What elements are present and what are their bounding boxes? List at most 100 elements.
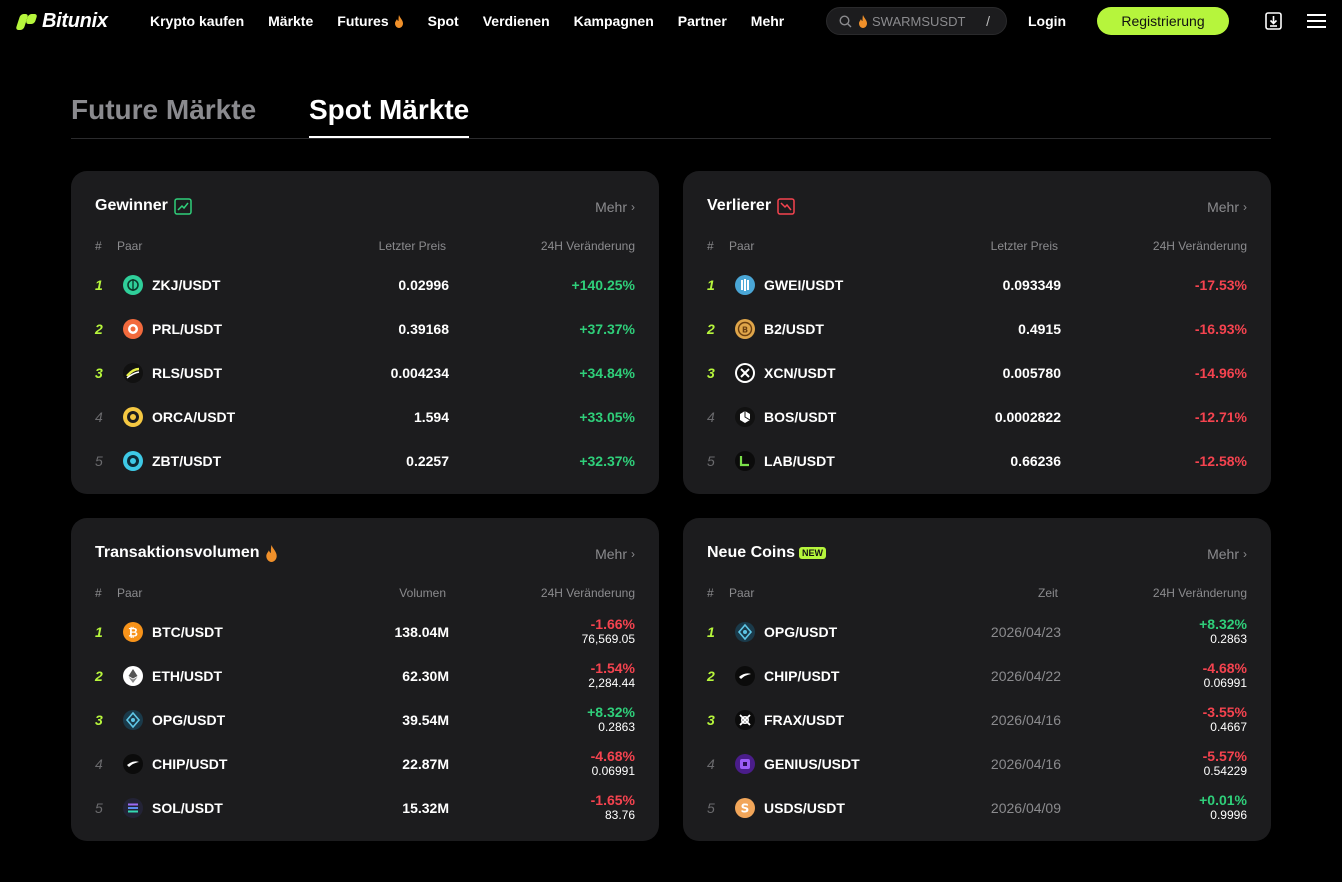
row-volume: 22.87M <box>402 756 449 772</box>
header-rank: # <box>95 239 102 253</box>
verlierer-mehr-link[interactable]: Mehr › <box>1207 199 1247 215</box>
header-volume: Volumen <box>399 586 446 600</box>
row-change: -12.58% <box>1194 453 1247 469</box>
row-change: +37.37% <box>579 321 635 337</box>
market-tabs: Future Märkte Spot Märkte <box>71 94 1271 139</box>
row-price: 0.2863 <box>1210 632 1247 646</box>
table-row[interactable]: 4 CHIP/USDT 22.87M -4.68% 0.06991 <box>95 748 635 779</box>
neue-mehr-link[interactable]: Mehr › <box>1207 546 1247 562</box>
table-row[interactable]: 5 SOL/USDT 15.32M -1.65% 83.76 <box>95 792 635 823</box>
table-row[interactable]: 4 ORCA/USDT 1.594 +33.05% <box>95 402 635 432</box>
row-rank: 3 <box>95 365 103 381</box>
table-row[interactable]: 5 LAB/USDT 0.66236 -12.58% <box>707 446 1247 476</box>
nav-partner[interactable]: Partner <box>678 13 727 29</box>
row-date: 2026/04/09 <box>990 800 1061 816</box>
row-date: 2026/04/16 <box>990 712 1061 728</box>
nav-futures[interactable]: Futures <box>337 13 403 29</box>
row-rank: 1 <box>95 624 103 640</box>
row-rank: 3 <box>707 712 715 728</box>
row-date: 2026/04/23 <box>990 624 1061 640</box>
table-row[interactable]: 2 CHIP/USDT 2026/04/22 -4.68% 0.06991 <box>707 660 1247 691</box>
row-change-block: -4.68% 0.06991 <box>1203 660 1247 691</box>
usds-coin-icon: S <box>735 798 755 818</box>
row-pair: CHIP/USDT <box>152 756 228 772</box>
row-rank: 4 <box>707 756 715 772</box>
fire-icon <box>394 14 403 28</box>
volumen-mehr-link[interactable]: Mehr › <box>595 546 635 562</box>
neue-coins-card: Neue Coins NEW Mehr › # Paar Zeit 24H Ver… <box>683 518 1271 841</box>
mehr-label: Mehr <box>595 199 627 215</box>
row-change: +140.25% <box>571 277 635 293</box>
mehr-label: Mehr <box>1207 546 1239 562</box>
bitunix-logo[interactable]: Bitunix <box>15 10 108 33</box>
table-row[interactable]: 1 GWEI/USDT 0.093349 -17.53% <box>707 270 1247 300</box>
download-icon[interactable] <box>1265 12 1282 30</box>
row-pair: OPG/USDT <box>152 712 226 728</box>
row-change: -12.71% <box>1194 409 1247 425</box>
fire-icon <box>265 544 277 562</box>
login-button[interactable]: Login <box>1028 13 1066 29</box>
table-row[interactable]: 5 ZBT/USDT 0.2257 +32.37% <box>95 446 635 476</box>
search-placeholder: SWARMSUSDT <box>872 13 966 29</box>
row-price: 0.4667 <box>1210 720 1247 734</box>
row-price: 0.02996 <box>398 277 449 293</box>
table-header: # Paar Zeit 24H Veränderung <box>707 586 1247 602</box>
table-row[interactable]: 1 OPG/USDT 2026/04/23 +8.32% 0.2863 <box>707 616 1247 647</box>
table-row[interactable]: 5 S USDS/USDT 2026/04/09 +0.01% 0.9996 <box>707 792 1247 823</box>
row-volume: 62.30M <box>402 668 449 684</box>
header-change: 24H Veränderung <box>540 586 635 600</box>
header-pair: Paar <box>729 586 755 600</box>
verlierer-title: Verlierer <box>707 197 772 214</box>
table-row[interactable]: 1 ZKJ/USDT 0.02996 +140.25% <box>95 270 635 300</box>
gewinner-mehr-link[interactable]: Mehr › <box>595 199 635 215</box>
card-title: Neue Coins NEW <box>707 544 827 562</box>
table-row[interactable]: 4 BOS/USDT 0.0002822 -12.71% <box>707 402 1247 432</box>
nav-links: Krypto kaufen Märkte Futures Spot Verdie… <box>150 13 808 29</box>
search-input[interactable]: SWARMSUSDT / <box>826 7 1007 35</box>
table-row[interactable]: 3 RLS/USDT 0.004234 +34.84% <box>95 358 635 388</box>
nav-mehr[interactable]: Mehr <box>751 13 784 29</box>
nav-krypto-kaufen[interactable]: Krypto kaufen <box>150 13 244 29</box>
chip-coin-icon <box>735 666 755 686</box>
row-pair: ZBT/USDT <box>152 453 222 469</box>
header-price: Letzter Preis <box>990 239 1058 253</box>
table-row[interactable]: 3 FRAX/USDT 2026/04/16 -3.55% 0.4667 <box>707 704 1247 735</box>
frax-coin-icon <box>735 710 755 730</box>
tab-future-maerkte[interactable]: Future Märkte <box>71 94 256 126</box>
trend-up-icon <box>174 197 192 215</box>
table-row[interactable]: 2 PRL/USDT 0.39168 +37.37% <box>95 314 635 344</box>
row-change-block: -1.66% 76,569.05 <box>582 616 635 647</box>
row-change-block: -5.57% 0.54229 <box>1203 748 1247 779</box>
row-price: 0.093349 <box>1002 277 1061 293</box>
card-title: Verlierer <box>707 197 795 215</box>
table-row[interactable]: 3 XCN/USDT 0.005780 -14.96% <box>707 358 1247 388</box>
chevron-right-icon: › <box>631 200 635 214</box>
nav-maerkte[interactable]: Märkte <box>268 13 313 29</box>
header-change: 24H Veränderung <box>540 239 635 253</box>
row-rank: 4 <box>707 409 715 425</box>
row-change: -3.55% <box>1202 704 1247 720</box>
menu-icon[interactable] <box>1307 13 1326 29</box>
row-change: -1.54% <box>590 660 635 676</box>
table-row[interactable]: 1 ₿ BTC/USDT 138.04M -1.66% 76,569.05 <box>95 616 635 647</box>
register-button[interactable]: Registrierung <box>1097 7 1229 35</box>
row-price: 0.9996 <box>1210 808 1247 822</box>
tab-spot-maerkte[interactable]: Spot Märkte <box>309 94 470 138</box>
card-title: Gewinner <box>95 197 192 215</box>
table-row[interactable]: 3 OPG/USDT 39.54M +8.32% 0.2863 <box>95 704 635 735</box>
nav-spot[interactable]: Spot <box>428 13 459 29</box>
row-price: 0.004234 <box>390 365 449 381</box>
chevron-right-icon: › <box>631 547 635 561</box>
table-row[interactable]: 2 ETH/USDT 62.30M -1.54% 2,284.44 <box>95 660 635 691</box>
row-rank: 2 <box>707 321 715 337</box>
orca-coin-icon <box>123 407 143 427</box>
sol-coin-icon <box>123 798 143 818</box>
row-price: 0.66236 <box>1010 453 1061 469</box>
header-change: 24H Veränderung <box>1152 586 1247 600</box>
gewinner-card: Gewinner Mehr › # Paar Letzter Preis 24H … <box>71 171 659 494</box>
nav-kampagnen[interactable]: Kampagnen <box>574 13 654 29</box>
nav-verdienen[interactable]: Verdienen <box>483 13 550 29</box>
table-row[interactable]: 4 GENIUS/USDT 2026/04/16 -5.57% 0.54229 <box>707 748 1247 779</box>
mehr-label: Mehr <box>595 546 627 562</box>
table-row[interactable]: 2 B B2/USDT 0.4915 -16.93% <box>707 314 1247 344</box>
